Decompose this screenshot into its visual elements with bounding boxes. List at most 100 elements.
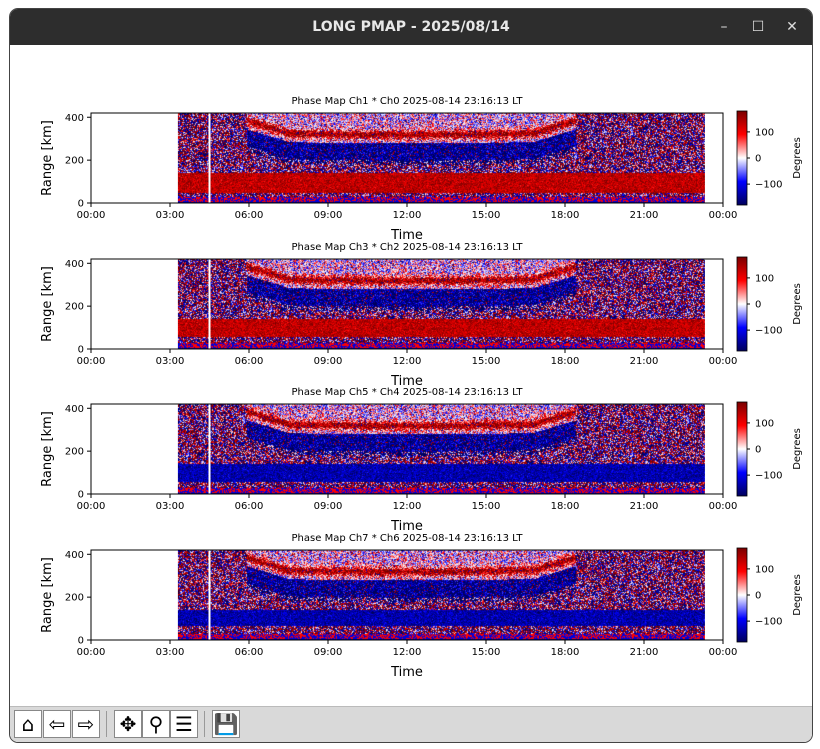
x-tick-label: 18:00 <box>551 356 580 367</box>
colorbar-tick-label: −100 <box>755 180 782 191</box>
x-tick-label: 09:00 <box>314 210 343 221</box>
x-tick-label: 09:00 <box>314 501 343 512</box>
back-button[interactable]: ⇦ <box>43 710 71 738</box>
move-icon: ✥ <box>119 712 137 736</box>
x-axis-label: Time <box>390 519 423 534</box>
y-axis-label: Range [km] <box>40 266 55 342</box>
pan-button[interactable]: ✥ <box>114 710 142 738</box>
x-tick-label: 18:00 <box>551 210 580 221</box>
figure-canvas[interactable]: Phase Map Ch1 * Ch0 2025-08-14 23:16:13 … <box>10 45 812 705</box>
home-button[interactable]: ⌂ <box>14 710 42 738</box>
y-tick-label: 400 <box>65 113 84 124</box>
colorbar-tick-label: 0 <box>755 300 761 311</box>
colorbar-tick-label: 100 <box>755 273 774 284</box>
navigation-toolbar: ⌂ ⇦ ⇨ ✥ ⚲ ☰ 💾 <box>10 706 812 742</box>
y-axis-label: Range [km] <box>40 411 55 487</box>
toolbar-separator <box>106 711 107 737</box>
save-button[interactable]: 💾 <box>212 710 240 738</box>
minimize-icon[interactable]: – <box>714 17 734 37</box>
x-tick-label: 06:00 <box>235 501 264 512</box>
phase-map-panel-2: Phase Map Ch3 * Ch2 2025-08-14 23:16:13 … <box>40 242 803 389</box>
x-tick-label: 03:00 <box>156 356 185 367</box>
x-tick-label: 00:00 <box>709 647 738 658</box>
sliders-icon: ☰ <box>175 712 193 736</box>
forward-arrow-icon: ⇨ <box>77 712 95 736</box>
x-tick-label: 06:00 <box>235 356 264 367</box>
x-tick-label: 09:00 <box>314 647 343 658</box>
back-arrow-icon: ⇦ <box>48 712 66 736</box>
x-tick-label: 09:00 <box>314 356 343 367</box>
phase-heatmap <box>177 113 705 203</box>
title-bar: LONG PMAP - 2025/08/14 – ☐ ✕ <box>10 9 812 45</box>
colorbar-label: Degrees <box>792 574 803 616</box>
x-tick-label: 21:00 <box>630 356 659 367</box>
y-tick-label: 0 <box>78 345 84 356</box>
colorbar-label: Degrees <box>792 283 803 325</box>
x-tick-label: 00:00 <box>77 356 106 367</box>
phase-heatmap <box>177 550 705 640</box>
x-tick-label: 18:00 <box>551 647 580 658</box>
colorbar-tick-label: −100 <box>755 471 782 482</box>
chart-title: Phase Map Ch1 * Ch0 2025-08-14 23:16:13 … <box>292 96 524 107</box>
x-tick-label: 06:00 <box>235 210 264 221</box>
x-tick-label: 15:00 <box>472 210 501 221</box>
colorbar-tick-label: 0 <box>755 154 761 165</box>
y-tick-label: 400 <box>65 404 84 415</box>
phase-map-panel-1: Phase Map Ch1 * Ch0 2025-08-14 23:16:13 … <box>40 96 803 243</box>
x-tick-label: 00:00 <box>77 501 106 512</box>
floppy-disk-icon: 💾 <box>213 712 239 736</box>
colorbar-tick-label: 100 <box>755 127 774 138</box>
colorbar-tick-label: −100 <box>755 617 782 628</box>
colorbar <box>736 401 748 497</box>
chart-title: Phase Map Ch7 * Ch6 2025-08-14 23:16:13 … <box>292 533 524 544</box>
close-icon[interactable]: ✕ <box>782 17 802 37</box>
colorbar <box>736 547 748 643</box>
y-tick-label: 400 <box>65 259 84 270</box>
colorbar-tick-label: 0 <box>755 591 761 602</box>
colorbar <box>736 110 748 206</box>
y-tick-label: 0 <box>78 636 84 647</box>
colorbar-tick-label: 0 <box>755 445 761 456</box>
x-tick-label: 12:00 <box>393 501 422 512</box>
x-tick-label: 03:00 <box>156 501 185 512</box>
chart-title: Phase Map Ch5 * Ch4 2025-08-14 23:16:13 … <box>292 387 524 398</box>
phase-heatmap <box>177 259 705 349</box>
x-axis-label: Time <box>390 665 423 680</box>
y-tick-label: 200 <box>65 593 84 604</box>
colorbar-tick-label: −100 <box>755 326 782 337</box>
phase-map-panel-4: Phase Map Ch7 * Ch6 2025-08-14 23:16:13 … <box>40 533 803 680</box>
colorbar-label: Degrees <box>792 137 803 179</box>
colorbar-tick-label: 100 <box>755 564 774 575</box>
chart-title: Phase Map Ch3 * Ch2 2025-08-14 23:16:13 … <box>292 242 524 253</box>
colorbar-label: Degrees <box>792 428 803 470</box>
x-tick-label: 12:00 <box>393 210 422 221</box>
x-tick-label: 12:00 <box>393 647 422 658</box>
x-tick-label: 00:00 <box>77 647 106 658</box>
app-window: LONG PMAP - 2025/08/14 – ☐ ✕ Phase Map C… <box>9 8 813 743</box>
magnifier-icon: ⚲ <box>148 712 164 736</box>
x-tick-label: 15:00 <box>472 647 501 658</box>
y-axis-label: Range [km] <box>40 557 55 633</box>
y-tick-label: 200 <box>65 156 84 167</box>
x-tick-label: 00:00 <box>709 501 738 512</box>
x-tick-label: 15:00 <box>472 501 501 512</box>
phase-map-panel-3: Phase Map Ch5 * Ch4 2025-08-14 23:16:13 … <box>40 387 803 534</box>
y-tick-label: 200 <box>65 302 84 313</box>
x-tick-label: 03:00 <box>156 647 185 658</box>
x-tick-label: 21:00 <box>630 501 659 512</box>
x-tick-label: 15:00 <box>472 356 501 367</box>
phase-heatmap <box>177 404 705 494</box>
forward-button[interactable]: ⇨ <box>72 710 100 738</box>
x-tick-label: 18:00 <box>551 501 580 512</box>
x-tick-label: 12:00 <box>393 356 422 367</box>
y-tick-label: 0 <box>78 199 84 210</box>
x-tick-label: 00:00 <box>77 210 106 221</box>
y-tick-label: 0 <box>78 490 84 501</box>
x-tick-label: 00:00 <box>709 210 738 221</box>
y-tick-label: 200 <box>65 447 84 458</box>
toolbar-separator <box>204 711 205 737</box>
configure-button[interactable]: ☰ <box>170 710 198 738</box>
maximize-icon[interactable]: ☐ <box>748 17 768 37</box>
zoom-button[interactable]: ⚲ <box>142 710 170 738</box>
x-tick-label: 00:00 <box>709 356 738 367</box>
